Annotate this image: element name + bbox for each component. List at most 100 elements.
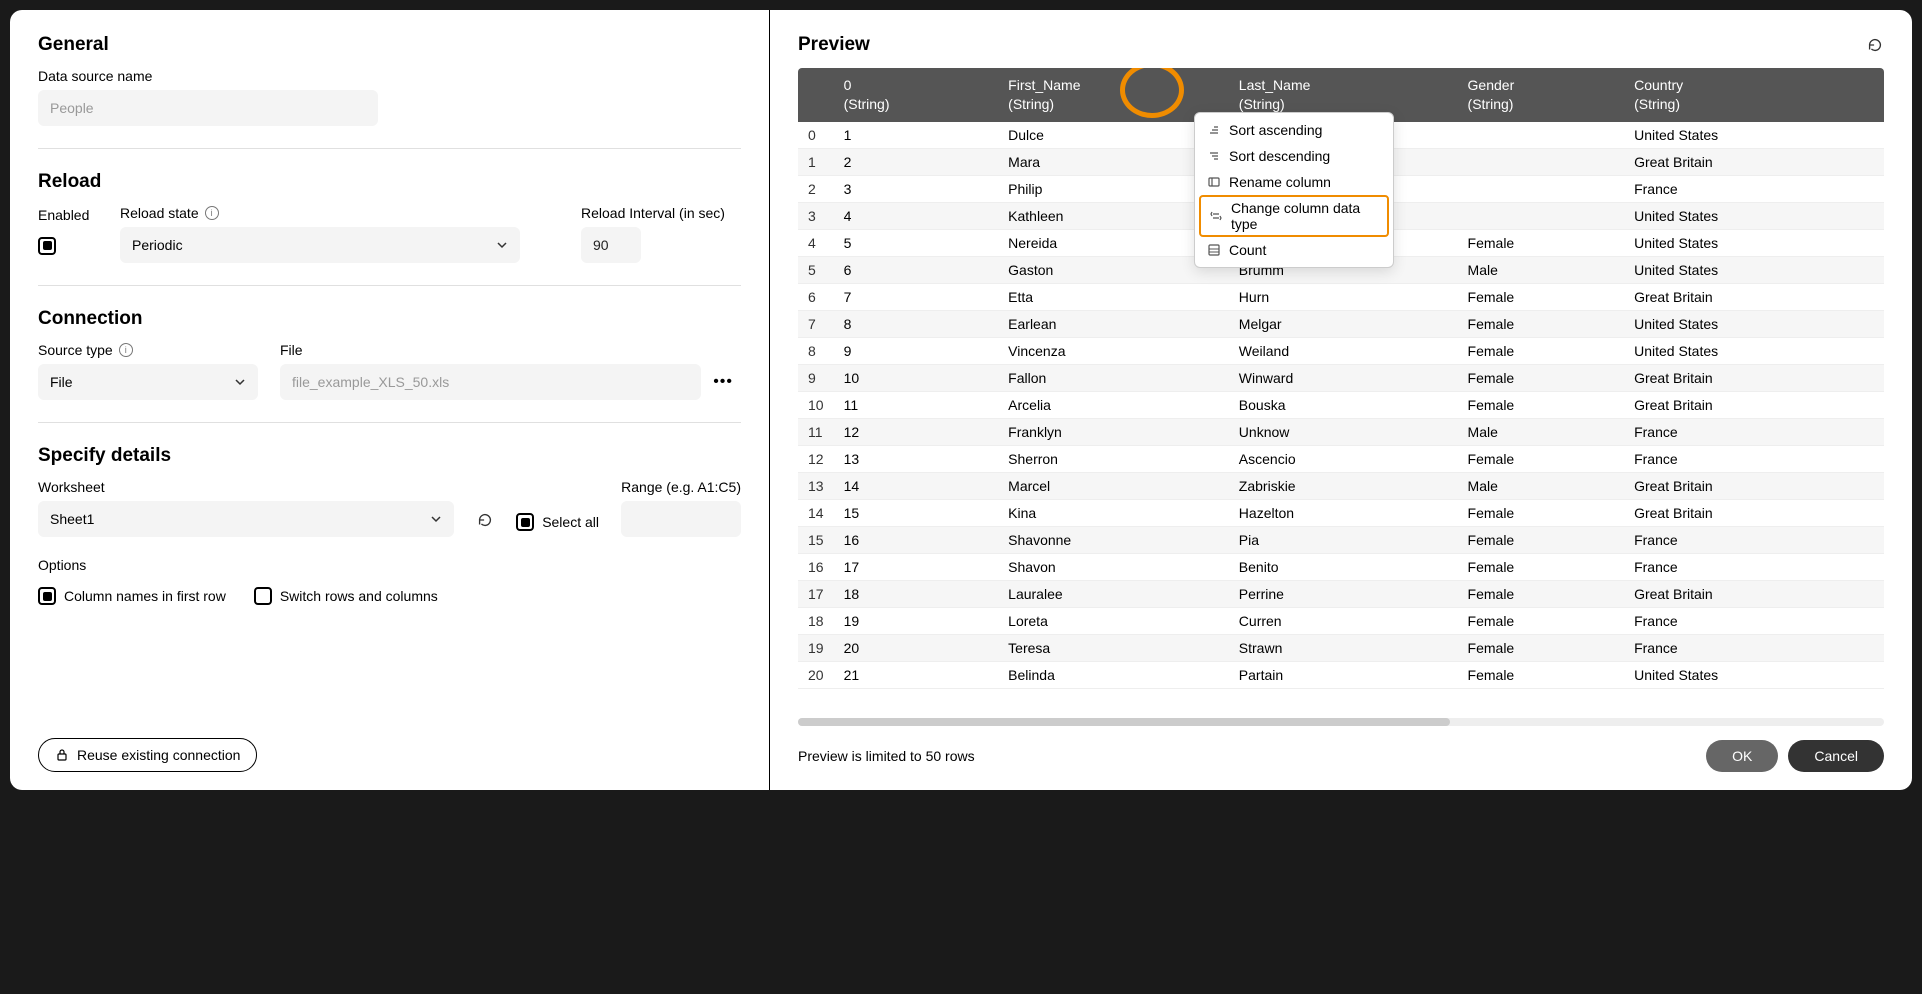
table-row[interactable]: 1920TeresaStrawnFemaleFrance [798, 634, 1884, 661]
table-cell: 15 [834, 499, 999, 526]
refresh-icon[interactable] [1866, 36, 1884, 54]
table-cell: Male [1458, 256, 1625, 283]
column-names-first-row-checkbox[interactable] [38, 587, 56, 605]
table-cell: Female [1458, 607, 1625, 634]
table-cell: 5 [798, 256, 834, 283]
table-cell: Female [1458, 661, 1625, 688]
table-row[interactable]: 1415KinaHazeltonFemaleGreat Britain [798, 499, 1884, 526]
table-cell: 19 [798, 634, 834, 661]
table-row[interactable]: 910FallonWinwardFemaleGreat Britain [798, 364, 1884, 391]
table-cell: Great Britain [1624, 364, 1884, 391]
table-row[interactable]: 67EttaHurnFemaleGreat Britain [798, 283, 1884, 310]
change-type-icon [1209, 209, 1223, 223]
table-cell: 17 [834, 553, 999, 580]
table-cell: Shavon [998, 553, 1229, 580]
table-cell: Male [1458, 418, 1625, 445]
source-type-select[interactable]: File [38, 364, 258, 400]
menu-rename-column[interactable]: Rename column [1195, 169, 1393, 195]
refresh-icon[interactable] [476, 511, 494, 529]
select-all-checkbox[interactable] [516, 513, 534, 531]
table-cell: Lauralee [998, 580, 1229, 607]
table-cell: 1 [798, 148, 834, 175]
datasource-name-input[interactable] [38, 90, 378, 126]
table-cell: Perrine [1229, 580, 1458, 607]
worksheet-select[interactable]: Sheet1 [38, 501, 454, 537]
table-cell: Arcelia [998, 391, 1229, 418]
datasource-name-label: Data source name [38, 68, 741, 84]
select-all-label: Select all [542, 514, 599, 530]
table-cell: 7 [798, 310, 834, 337]
table-row[interactable]: 1112FranklynUnknowMaleFrance [798, 418, 1884, 445]
table-cell: France [1624, 175, 1884, 202]
table-cell: Female [1458, 580, 1625, 607]
table-cell: Benito [1229, 553, 1458, 580]
table-cell: Sherron [998, 445, 1229, 472]
table-cell: Curren [1229, 607, 1458, 634]
table-cell: 11 [834, 391, 999, 418]
table-cell: Ascencio [1229, 445, 1458, 472]
table-cell: Fallon [998, 364, 1229, 391]
cancel-button[interactable]: Cancel [1788, 740, 1884, 772]
table-cell: 4 [798, 229, 834, 256]
table-cell: Hazelton [1229, 499, 1458, 526]
table-cell: 12 [834, 418, 999, 445]
table-row[interactable]: 1718LauraleePerrineFemaleGreat Britain [798, 580, 1884, 607]
table-cell: Strawn [1229, 634, 1458, 661]
info-icon[interactable]: i [119, 343, 133, 357]
chevron-down-icon [234, 376, 246, 388]
table-row[interactable]: 1314MarcelZabriskieMaleGreat Britain [798, 472, 1884, 499]
ok-button[interactable]: OK [1706, 740, 1778, 772]
sort-asc-icon [1207, 123, 1221, 137]
lock-icon [55, 748, 69, 762]
table-cell: Female [1458, 283, 1625, 310]
table-cell: 20 [834, 634, 999, 661]
table-cell: Great Britain [1624, 148, 1884, 175]
table-header-0[interactable]: 0(String) [834, 68, 999, 122]
enabled-label: Enabled [38, 207, 98, 223]
menu-sort-ascending[interactable]: Sort ascending [1195, 117, 1393, 143]
table-row[interactable]: 1617ShavonBenitoFemaleFrance [798, 553, 1884, 580]
table-cell: 1 [834, 122, 999, 149]
column-context-menu: Sort ascending Sort descending Rename co… [1194, 112, 1394, 268]
table-cell: Zabriskie [1229, 472, 1458, 499]
table-cell: 3 [798, 202, 834, 229]
file-input[interactable] [280, 364, 701, 400]
table-cell: Female [1458, 364, 1625, 391]
table-row[interactable]: 78EarleanMelgarFemaleUnited States [798, 310, 1884, 337]
table-row[interactable]: 1011ArceliaBouskaFemaleGreat Britain [798, 391, 1884, 418]
reload-state-select[interactable]: Periodic [120, 227, 520, 263]
table-cell [1458, 148, 1625, 175]
enabled-checkbox[interactable] [38, 237, 56, 255]
table-cell: Partain [1229, 661, 1458, 688]
table-cell: 20 [798, 661, 834, 688]
menu-sort-descending[interactable]: Sort descending [1195, 143, 1393, 169]
menu-change-data-type[interactable]: Change column data type [1199, 195, 1389, 237]
table-row[interactable]: 2021BelindaPartainFemaleUnited States [798, 661, 1884, 688]
menu-count[interactable]: Count [1195, 237, 1393, 263]
table-row[interactable]: 89VincenzaWeilandFemaleUnited States [798, 337, 1884, 364]
table-cell: Female [1458, 445, 1625, 472]
table-cell: 9 [798, 364, 834, 391]
table-cell: Etta [998, 283, 1229, 310]
table-cell: Melgar [1229, 310, 1458, 337]
info-icon[interactable]: i [205, 206, 219, 220]
table-cell: 2 [834, 148, 999, 175]
table-cell: Female [1458, 310, 1625, 337]
table-header-gender[interactable]: Gender(String) [1458, 68, 1625, 122]
table-cell: Earlean [998, 310, 1229, 337]
table-row[interactable]: 1819LoretaCurrenFemaleFrance [798, 607, 1884, 634]
horizontal-scrollbar[interactable] [798, 718, 1884, 726]
separator [38, 422, 741, 423]
more-options-icon[interactable]: ••• [705, 373, 741, 391]
scrollbar-thumb[interactable] [798, 718, 1450, 726]
table-row[interactable]: 1516ShavonnePiaFemaleFrance [798, 526, 1884, 553]
table-row[interactable]: 1213SherronAscencioFemaleFrance [798, 445, 1884, 472]
table-cell: Franklyn [998, 418, 1229, 445]
reuse-connection-button[interactable]: Reuse existing connection [38, 738, 257, 772]
rename-icon [1207, 175, 1221, 189]
range-input[interactable] [621, 501, 741, 537]
switch-rows-cols-checkbox[interactable] [254, 587, 272, 605]
table-header-country[interactable]: Country(String) [1624, 68, 1884, 122]
table-cell: Belinda [998, 661, 1229, 688]
reload-interval-input[interactable] [581, 227, 641, 263]
